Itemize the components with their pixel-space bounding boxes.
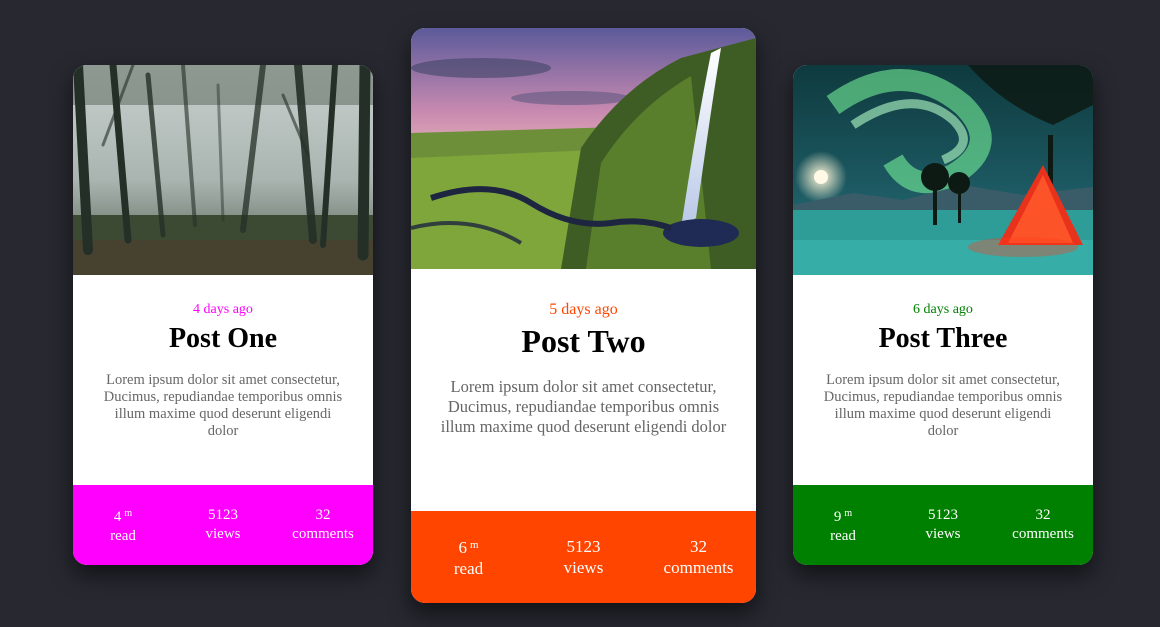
post-card-one[interactable]: 4 days ago Post One Lorem ipsum dolor si…: [73, 65, 373, 565]
card-image-aurora: [793, 65, 1093, 275]
views-value: 5123: [928, 507, 958, 523]
read-time-label: read: [830, 528, 856, 544]
views-label: views: [563, 558, 604, 577]
read-time-stat: 9m read: [793, 485, 893, 565]
views-label: views: [205, 526, 241, 542]
read-time-value: 6m: [458, 538, 479, 557]
card-content: 5 days ago Post Two Lorem ipsum dolor si…: [411, 301, 756, 437]
card-image-waterfall: [411, 28, 756, 269]
post-excerpt: Lorem ipsum dolor sit amet consectetur, …: [103, 371, 343, 439]
post-title[interactable]: Post One: [73, 323, 373, 355]
views-value: 5123: [566, 537, 601, 556]
post-card-three[interactable]: 6 days ago Post Three Lorem ipsum dolor …: [793, 65, 1093, 565]
post-title[interactable]: Post Three: [793, 323, 1093, 355]
comments-label: comments: [292, 526, 354, 542]
views-stat: 5123 views: [526, 511, 641, 603]
comments-stat[interactable]: 32 comments: [993, 485, 1093, 565]
post-excerpt: Lorem ipsum dolor sit amet consectetur, …: [440, 377, 727, 437]
read-time-label: read: [110, 528, 136, 544]
read-time-unit: m: [469, 539, 479, 551]
read-time-unit: m: [124, 508, 133, 519]
read-time-stat: 6m read: [411, 511, 526, 603]
post-stats-bar: 6m read 5123 views 32 comments: [411, 511, 756, 603]
card-image-forest: [73, 65, 373, 275]
views-value: 5123: [208, 507, 238, 523]
post-card-two[interactable]: 5 days ago Post Two Lorem ipsum dolor si…: [411, 28, 756, 603]
card-content: 6 days ago Post Three Lorem ipsum dolor …: [793, 302, 1093, 440]
post-stats-bar: 4m read 5123 views 32 comments: [73, 485, 373, 565]
post-excerpt: Lorem ipsum dolor sit amet consectetur, …: [823, 371, 1063, 439]
comments-stat[interactable]: 32 comments: [273, 485, 373, 565]
comments-label: comments: [663, 558, 734, 577]
comments-value: 32: [1035, 507, 1051, 523]
post-date: 6 days ago: [913, 302, 973, 317]
read-time-value: 4m: [113, 508, 133, 525]
card-content: 4 days ago Post One Lorem ipsum dolor si…: [73, 302, 373, 440]
comments-label: comments: [1012, 526, 1074, 542]
post-title[interactable]: Post Two: [411, 323, 756, 359]
read-time-label: read: [453, 559, 484, 578]
read-time-unit: m: [844, 508, 853, 519]
post-stats-bar: 9m read 5123 views 32 comments: [793, 485, 1093, 565]
post-date: 5 days ago: [549, 301, 618, 318]
read-time-value: 9m: [833, 508, 853, 525]
views-label: views: [925, 526, 961, 542]
views-stat: 5123 views: [893, 485, 993, 565]
comments-value: 32: [690, 537, 707, 556]
post-date: 4 days ago: [193, 302, 253, 317]
views-stat: 5123 views: [173, 485, 273, 565]
comments-stat[interactable]: 32 comments: [641, 511, 756, 603]
read-time-stat: 4m read: [73, 485, 173, 565]
comments-value: 32: [315, 507, 331, 523]
